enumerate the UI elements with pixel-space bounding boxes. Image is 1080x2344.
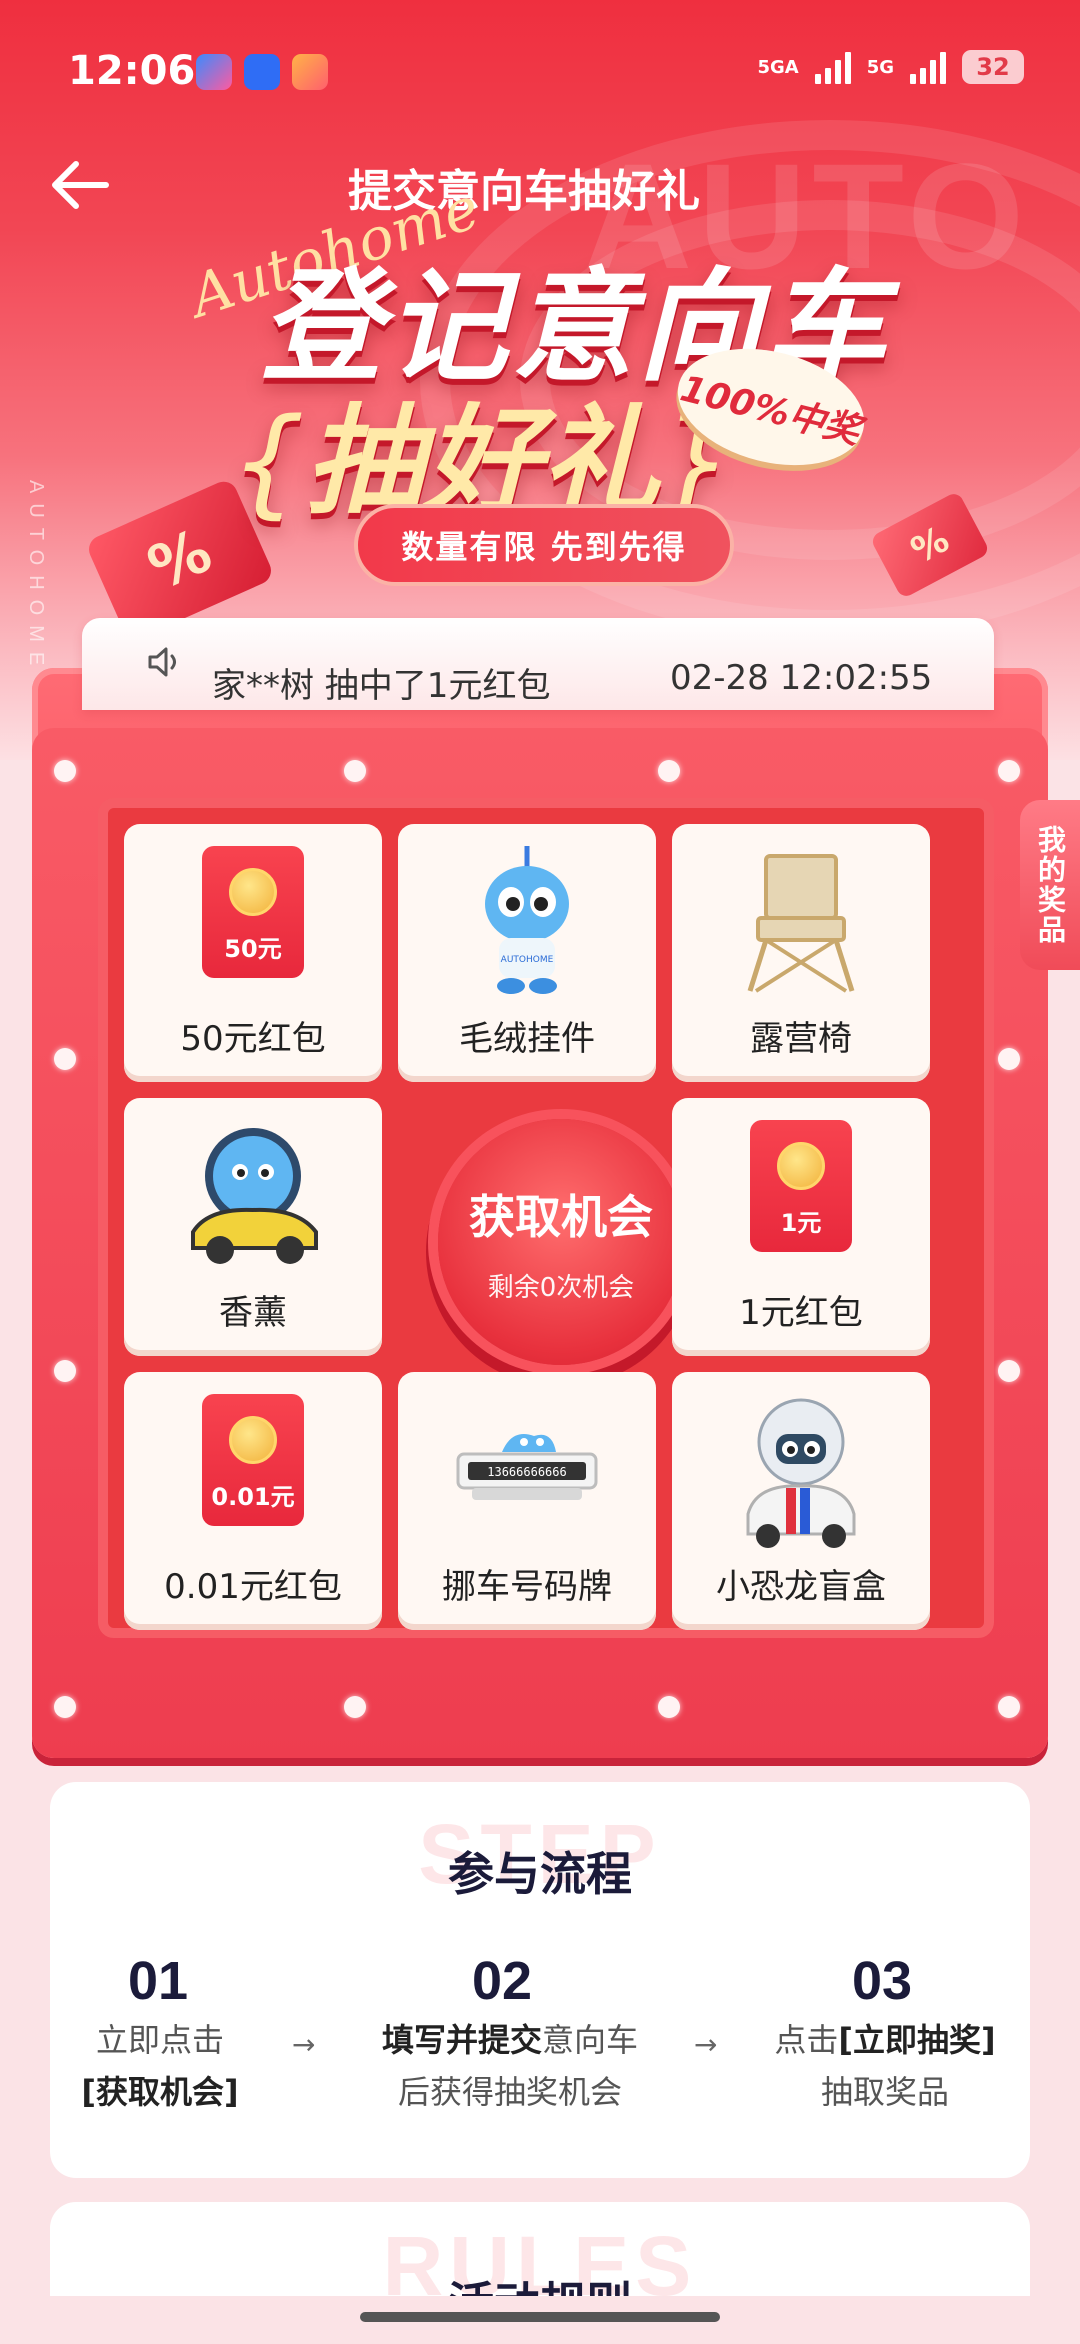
light-dot: [998, 1360, 1020, 1382]
prize-label: 挪车号码牌: [442, 1567, 612, 1607]
car-aroma-icon: [178, 1120, 328, 1274]
prize-cell-1-yuan[interactable]: 1元 1元红包: [672, 1098, 930, 1356]
participation-steps: STEP 参与流程 01 立即点击 [获取机会] → 02 填写并提交意向车 后…: [50, 1782, 1030, 2178]
battery-icon: 32: [962, 50, 1024, 84]
svg-text:13666666666: 13666666666: [487, 1465, 566, 1479]
prize-label: 露营椅: [750, 1019, 852, 1059]
home-indicator[interactable]: [360, 2312, 720, 2322]
light-dot: [998, 1696, 1020, 1718]
prize-label: 毛绒挂件: [459, 1019, 595, 1059]
speaker-icon: [144, 642, 184, 682]
limited-badge: 数量有限 先到先得: [354, 504, 734, 586]
status-bar: 12:06 5GA 5G 32: [0, 0, 1080, 140]
light-dot: [54, 760, 76, 782]
prize-label: 1元红包: [739, 1293, 863, 1333]
prize-cell-blind-box[interactable]: 小恐龙盲盒: [672, 1372, 930, 1630]
prize-cell-camp-chair[interactable]: 露营椅: [672, 824, 930, 1082]
steps-title: 参与流程: [448, 1847, 632, 1901]
lottery-board: 50元 50元红包 AUTOHOME 毛绒挂件 露营椅 香薰 获取机会 剩余0次…: [32, 668, 1048, 1758]
red-envelope-icon: 50元: [202, 846, 304, 978]
prize-label: 香薰: [219, 1293, 287, 1333]
arrow-right-icon: →: [694, 2028, 718, 2061]
svg-text:AUTOHOME: AUTOHOME: [501, 955, 554, 965]
get-chance-button[interactable]: 获取机会 剩余0次机会: [438, 1119, 684, 1365]
red-envelope-icon: 1元: [750, 1120, 852, 1252]
vertical-brand: AUTOHOME: [25, 480, 47, 676]
status-indicators: 5GA 5G 32: [757, 50, 1024, 84]
app-notification-icon: [196, 54, 232, 90]
prize-cell-50-yuan[interactable]: 50元 50元红包: [124, 824, 382, 1082]
prize-cell-plush[interactable]: AUTOHOME 毛绒挂件: [398, 824, 656, 1082]
get-chance-label: 获取机会: [469, 1189, 653, 1244]
app-notification-icon: [244, 54, 280, 90]
prize-cell-aroma[interactable]: 香薰: [124, 1098, 382, 1356]
parking-plate-icon: 13666666666: [452, 1422, 602, 1526]
network-label: 5G: [866, 56, 894, 78]
my-prizes-tab[interactable]: 我的奖品: [1020, 800, 1080, 970]
step-number: 03: [852, 1951, 913, 2011]
step-number: 02: [472, 1951, 533, 2011]
status-time: 12:06: [68, 48, 196, 94]
light-dot: [658, 1696, 680, 1718]
light-dot: [658, 760, 680, 782]
app-notification-icon: [292, 54, 328, 90]
light-dot: [54, 1696, 76, 1718]
light-dot: [998, 760, 1020, 782]
prize-label: 小恐龙盲盒: [716, 1567, 886, 1607]
signal-icon: [910, 50, 946, 84]
prize-label: 0.01元红包: [164, 1567, 342, 1607]
winner-ticker: 家**树 抽中了1元红包 02-28 12:02:55: [82, 618, 994, 710]
light-dot: [54, 1048, 76, 1070]
ticker-timestamp: 02-28 12:02:55: [670, 658, 933, 698]
signal-icon: [814, 50, 851, 84]
prize-cell-0-01-yuan[interactable]: 0.01元 0.01元红包: [124, 1372, 382, 1630]
prize-grid: 50元 50元红包 AUTOHOME 毛绒挂件 露营椅 香薰 获取机会 剩余0次…: [98, 798, 994, 1638]
network-label: 5GA: [757, 56, 799, 78]
step-3-text: 点击[立即抽奖] 抽取奖品: [774, 2021, 996, 2111]
red-envelope-icon: 0.01元: [202, 1394, 304, 1526]
step-2-text: 填写并提交意向车 后获得抽奖机会: [381, 2021, 639, 2111]
step-number: 01: [128, 1951, 189, 2011]
step-1-text: 立即点击 [获取机会]: [81, 2021, 239, 2111]
back-arrow-icon[interactable]: [46, 150, 116, 220]
light-dot: [54, 1360, 76, 1382]
plush-mascot-icon: AUTOHOME: [467, 846, 587, 1000]
light-dot: [998, 1048, 1020, 1070]
light-dot: [344, 760, 366, 782]
dino-racer-icon: [736, 1394, 866, 1558]
remaining-chances: 剩余0次机会: [487, 1272, 635, 1303]
camp-chair-icon: [736, 846, 866, 1000]
light-dot: [344, 1696, 366, 1718]
prize-label: 50元红包: [180, 1019, 326, 1059]
ticker-message: 家**树 抽中了1元红包: [212, 666, 551, 706]
prize-cell-parking-plate[interactable]: 13666666666 挪车号码牌: [398, 1372, 656, 1630]
arrow-right-icon: →: [292, 2028, 316, 2061]
